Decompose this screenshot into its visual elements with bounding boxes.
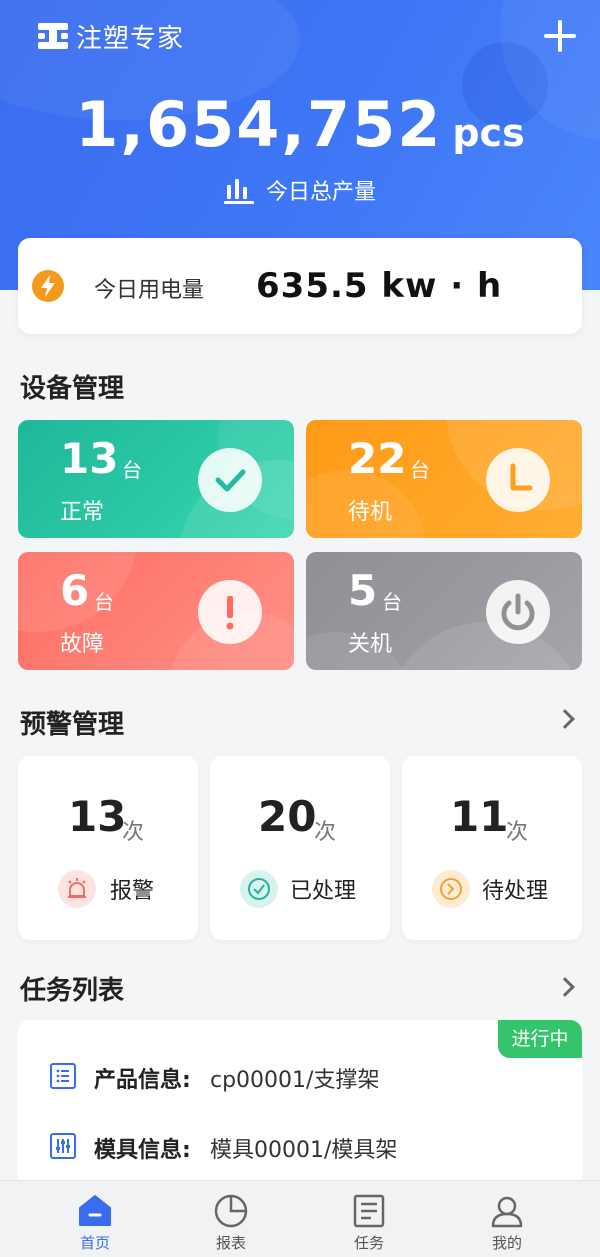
task-section-title: 任务列表 [20,976,125,1006]
warning-label: 待处理 [482,879,549,904]
add-button[interactable] [540,16,580,56]
tab-home[interactable]: 首页 [20,1181,170,1257]
document-icon [351,1193,387,1229]
sliders-icon [50,1133,76,1159]
warning-card-handled[interactable]: 20 次 已处理 [210,756,390,940]
list-icon [50,1063,76,1089]
tab-label: 首页 [79,1234,110,1252]
clock-icon [486,448,550,512]
warning-unit: 次 [122,820,145,845]
warning-count: 20 [258,792,317,841]
task-product-value: cp00001/支撑架 [210,1068,380,1093]
power-usage-label: 今日用电量 [94,278,205,303]
power-icon [486,580,550,644]
alarm-icon [58,870,96,908]
device-unit: 台 [410,458,430,482]
task-more-chevron-icon[interactable] [555,977,575,997]
device-unit: 台 [94,590,114,614]
device-section-title: 设备管理 [20,374,125,404]
warning-label: 报警 [110,879,155,904]
device-card-fault[interactable]: 6 台 故障 [18,552,294,670]
pie-chart-icon [213,1193,249,1229]
bottom-tab-bar: 首页 报表 任务 我的 [0,1180,600,1257]
warning-section-title: 预警管理 [20,710,125,740]
device-unit: 台 [382,590,402,614]
warning-label: 已处理 [290,879,357,904]
tab-profile[interactable]: 我的 [432,1181,582,1257]
production-label-row: 今日总产量 [0,174,600,206]
device-status-label: 故障 [60,632,105,657]
device-count: 6 [60,566,90,615]
task-status-badge: 进行中 [498,1020,582,1058]
warning-more-chevron-icon[interactable] [555,709,575,729]
warning-count: 11 [450,792,509,841]
device-status-label: 待机 [348,500,393,525]
lightning-icon [32,270,64,302]
device-status-label: 正常 [60,500,105,525]
warning-card-pending[interactable]: 11 次 待处理 [402,756,582,940]
warning-count: 13 [68,792,127,841]
check-icon [198,448,262,512]
user-icon [489,1193,525,1229]
exclamation-icon [198,580,262,644]
task-mold-key: 模具信息: [94,1138,191,1163]
arrow-circle-icon [432,870,470,908]
bar-chart-icon [223,175,254,205]
app-title-bar: 注塑专家 [38,16,184,56]
production-total: 1,654,752 pcs [0,88,600,161]
device-status-label: 关机 [348,632,393,657]
task-product-key: 产品信息: [94,1068,191,1093]
home-icon [77,1193,113,1229]
warning-unit: 次 [314,820,337,845]
app-title: 注塑专家 [76,23,185,54]
warning-unit: 次 [506,820,529,845]
device-count: 22 [348,434,407,483]
tab-label: 报表 [215,1234,246,1252]
tab-label: 任务 [353,1234,384,1252]
device-card-normal[interactable]: 13 台 正常 [18,420,294,538]
app-logo-icon [38,21,68,51]
device-card-off[interactable]: 5 台 关机 [306,552,582,670]
production-total-value: 1,654,752 [75,88,443,161]
device-count: 5 [348,566,378,615]
production-label: 今日总产量 [265,180,376,205]
plus-icon [558,20,562,52]
device-count: 13 [60,434,119,483]
tab-label: 我的 [491,1234,522,1252]
device-card-standby[interactable]: 22 台 待机 [306,420,582,538]
check-circle-icon [240,870,278,908]
tab-reports[interactable]: 报表 [156,1181,306,1257]
device-unit: 台 [122,458,142,482]
warning-card-alarm[interactable]: 13 次 报警 [18,756,198,940]
task-mold-value: 模具00001/模具架 [210,1138,398,1163]
tab-tasks[interactable]: 任务 [294,1181,444,1257]
power-usage-value: 635.5 kw · h [256,266,503,306]
production-total-unit: pcs [452,111,525,155]
